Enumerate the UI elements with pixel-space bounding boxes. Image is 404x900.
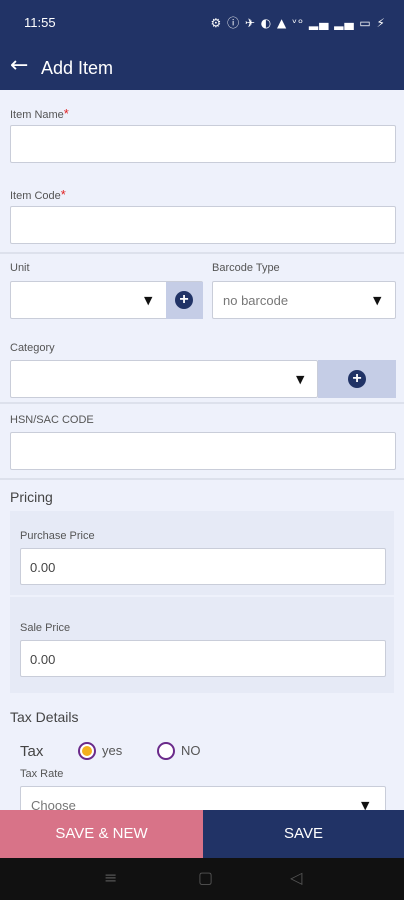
item-code-label: Item Code*	[10, 187, 66, 202]
tax-details-heading: Tax Details	[10, 709, 79, 725]
dropdown-caret-icon: ▼	[296, 373, 305, 386]
required-mark: *	[63, 106, 69, 121]
tax-no-radio[interactable]	[157, 742, 175, 760]
sale-price-value: 0.00	[30, 652, 56, 667]
tax-no-label: NO	[181, 743, 201, 758]
recent-apps-icon[interactable]: ≡	[104, 868, 117, 887]
status-time: 11:55	[24, 15, 56, 30]
purchase-price-value: 0.00	[30, 560, 56, 575]
save-button[interactable]: SAVE	[203, 810, 404, 858]
dropdown-caret-icon: ▼	[373, 294, 382, 307]
barcode-type-value: no barcode	[223, 293, 289, 308]
tax-yes-radio[interactable]	[78, 742, 96, 760]
dropdown-caret-icon: ▼	[144, 294, 153, 307]
app-bar: ← Add Item	[0, 46, 404, 90]
add-unit-button[interactable]: +	[166, 282, 203, 319]
nav-back-icon[interactable]: ◁	[290, 868, 302, 887]
page-title: Add Item	[41, 58, 114, 78]
hsn-label: HSN/SAC CODE	[10, 414, 94, 426]
system-nav-bar: ≡ ▢ ◁	[0, 858, 404, 900]
plus-circle-icon: +	[175, 291, 193, 309]
purchase-price-card: Purchase Price 0.00	[10, 511, 394, 595]
tax-rate-label: Tax Rate	[20, 768, 64, 780]
sale-price-label: Sale Price	[20, 622, 71, 634]
tax-label: Tax	[20, 743, 44, 760]
category-dropdown[interactable]: ▼	[10, 360, 318, 398]
purchase-price-input[interactable]: 0.00	[20, 548, 386, 585]
status-bar: 11:55 ⚙ ⓘ ✈ ◐ ▲ ᵛᵒ ▂▄ ▂▄ ▭ ⚡	[0, 0, 404, 46]
back-arrow-icon[interactable]: ←	[10, 53, 28, 78]
unit-label: Unit	[10, 262, 30, 274]
category-label: Category	[10, 342, 55, 354]
item-identity-section: Item Name* Item Code*	[0, 90, 404, 252]
hsn-input[interactable]	[10, 432, 396, 470]
sale-price-card: Sale Price 0.00	[10, 597, 394, 693]
status-icons: ⚙ ⓘ ✈ ◐ ▲ ᵛᵒ ▂▄ ▂▄ ▭ ⚡	[210, 16, 386, 30]
barcode-type-dropdown[interactable]: no barcode ▼	[212, 281, 396, 319]
plus-circle-icon: +	[348, 370, 366, 388]
tax-yes-label: yes	[102, 743, 123, 758]
sale-price-input[interactable]: 0.00	[20, 640, 386, 677]
divider	[0, 252, 404, 254]
purchase-price-label: Purchase Price	[20, 530, 95, 542]
item-name-input[interactable]	[10, 125, 396, 163]
add-category-button[interactable]: +	[318, 360, 396, 398]
home-icon[interactable]: ▢	[198, 868, 213, 887]
barcode-type-label: Barcode Type	[212, 262, 280, 274]
action-bar: SAVE & NEW SAVE	[0, 810, 404, 858]
divider	[0, 402, 404, 404]
required-mark: *	[60, 187, 66, 202]
item-name-label: Item Name*	[10, 106, 69, 121]
divider	[0, 478, 404, 480]
save-and-new-button[interactable]: SAVE & NEW	[0, 810, 203, 858]
pricing-heading: Pricing	[10, 489, 53, 505]
item-code-input[interactable]	[10, 206, 396, 244]
